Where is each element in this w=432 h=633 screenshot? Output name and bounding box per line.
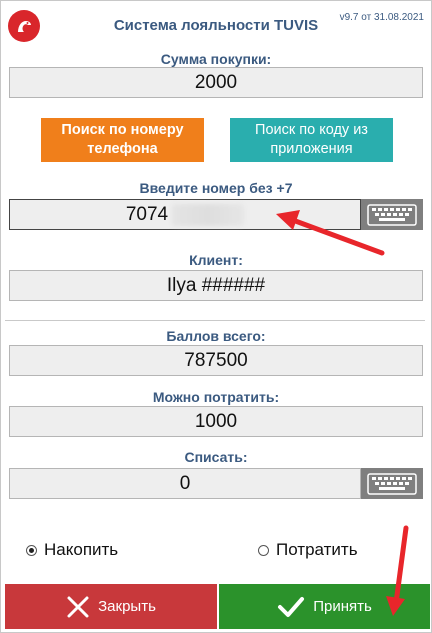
radio-spend-label: Потратить bbox=[276, 540, 358, 559]
radio-accumulate-circle[interactable] bbox=[26, 544, 37, 556]
close-icon bbox=[67, 596, 89, 617]
radio-accumulate-label: Накопить bbox=[44, 540, 119, 559]
phone-keyboard-button[interactable] bbox=[361, 199, 423, 230]
search-by-phone-button[interactable]: Поиск по номеру телефона bbox=[41, 118, 204, 162]
version-label: v9.7 от 31.08.2021 bbox=[339, 12, 424, 23]
accept-button[interactable]: Принять bbox=[219, 584, 430, 629]
close-button[interactable]: Закрыть bbox=[5, 584, 217, 629]
client-name-field: Ilya ###### bbox=[9, 270, 423, 301]
spendable-field: 1000 bbox=[9, 406, 423, 437]
radio-spend-circle[interactable] bbox=[258, 544, 269, 556]
spendable-label: Можно потратить: bbox=[152, 389, 280, 405]
purchase-amount-field[interactable]: 2000 bbox=[9, 67, 423, 98]
radio-accumulate[interactable]: Накопить bbox=[26, 540, 118, 560]
keyboard-icon bbox=[367, 472, 417, 495]
phone-input-value: 7074 bbox=[125, 203, 169, 225]
phone-redacted-blur bbox=[172, 203, 245, 226]
radio-spend[interactable]: Потратить bbox=[258, 540, 358, 560]
points-total-label: Баллов всего: bbox=[166, 328, 266, 344]
phone-label: Введите номер без +7 bbox=[139, 180, 293, 196]
writeoff-input[interactable]: 0 bbox=[9, 468, 361, 499]
close-button-label: Закрыть bbox=[98, 598, 156, 615]
writeoff-keyboard-button[interactable] bbox=[361, 468, 423, 499]
writeoff-label: Списать: bbox=[184, 449, 248, 465]
keyboard-icon bbox=[367, 203, 417, 226]
client-label: Клиент: bbox=[189, 252, 243, 268]
purchase-label: Сумма покупки: bbox=[160, 51, 272, 67]
search-by-app-code-button[interactable]: Поиск по коду из приложения bbox=[230, 118, 393, 162]
section-divider bbox=[5, 320, 425, 321]
phone-input[interactable]: 7074 bbox=[9, 199, 361, 230]
checkmark-icon bbox=[278, 596, 305, 617]
points-total-field: 787500 bbox=[9, 345, 423, 376]
accept-button-label: Принять bbox=[313, 598, 372, 615]
